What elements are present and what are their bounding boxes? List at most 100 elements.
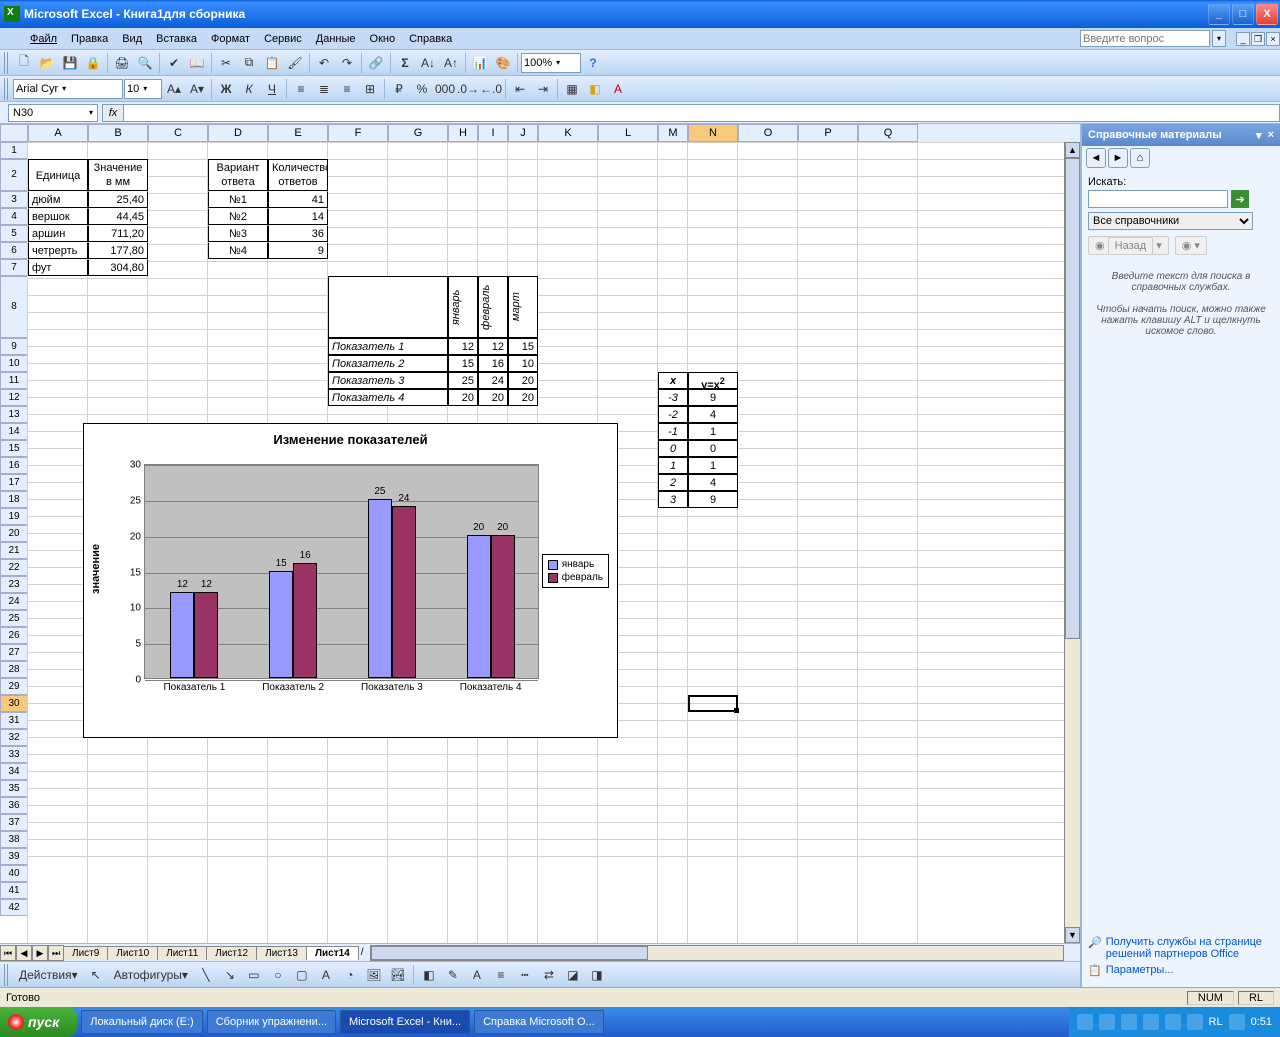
worksheet-grid[interactable]: ABCDEFGHIJKLMNOPQ 1234567891011121314151… xyxy=(0,124,1080,943)
row-header-34[interactable]: 34 xyxy=(0,763,28,780)
cell-A2[interactable]: Единица xyxy=(28,159,88,191)
cell-B3[interactable]: 25,40 xyxy=(88,191,148,208)
cell-H8[interactable]: январь xyxy=(448,276,478,338)
cell-E6[interactable]: 9 xyxy=(268,242,328,259)
row-header-1[interactable]: 1 xyxy=(0,142,28,159)
toolbar-grip[interactable] xyxy=(4,52,10,74)
menu-view[interactable]: Вид xyxy=(116,31,148,47)
font-size-select[interactable]: 10▾ xyxy=(124,79,162,99)
column-header-A[interactable]: A xyxy=(28,124,88,142)
tray, volume-icon[interactable] xyxy=(1229,1014,1245,1030)
taskbar-item[interactable]: Локальный диск (E:) xyxy=(81,1010,203,1034)
cell-A3[interactable]: дюйм xyxy=(28,191,88,208)
cell-M17[interactable]: 2 xyxy=(658,474,688,491)
tab-nav-last[interactable]: ⏭ xyxy=(48,945,64,961)
mdi-restore[interactable]: ❐ xyxy=(1251,32,1265,46)
fx-button[interactable]: fx xyxy=(102,104,124,122)
sheet-tab-Лист11[interactable]: Лист11 xyxy=(157,946,207,960)
picture-button[interactable]: 🏞 xyxy=(387,964,409,986)
column-header-C[interactable]: C xyxy=(148,124,208,142)
help-button[interactable]: ? xyxy=(582,52,604,74)
chart-wizard-button[interactable]: 📊 xyxy=(469,52,491,74)
row-header-19[interactable]: 19 xyxy=(0,508,28,525)
row-header-41[interactable]: 41 xyxy=(0,882,28,899)
taskbar-item[interactable]: Справка Microsoft O... xyxy=(474,1010,604,1034)
row-header-31[interactable]: 31 xyxy=(0,712,28,729)
increase-indent-button[interactable]: ⇥ xyxy=(532,78,554,100)
cell-I8[interactable]: февраль xyxy=(478,276,508,338)
tab-nav-prev[interactable]: ◀ xyxy=(16,945,32,961)
research-services-link[interactable]: 🔎 Получить службы на странице решений па… xyxy=(1088,936,1274,960)
fill-color-draw-button[interactable]: ◧ xyxy=(418,964,440,986)
row-header-5[interactable]: 5 xyxy=(0,225,28,242)
column-header-E[interactable]: E xyxy=(268,124,328,142)
row-header-20[interactable]: 20 xyxy=(0,525,28,542)
row-header-38[interactable]: 38 xyxy=(0,831,28,848)
tray-icon[interactable] xyxy=(1121,1014,1137,1030)
mdi-close[interactable]: × xyxy=(1266,32,1280,46)
row-header-16[interactable]: 16 xyxy=(0,457,28,474)
cell-B2[interactable]: Значениев мм xyxy=(88,159,148,191)
autoshapes-menu[interactable]: Автофигуры ▾ xyxy=(109,964,193,986)
cell-A5[interactable]: аршин xyxy=(28,225,88,242)
cell-B6[interactable]: 177,80 xyxy=(88,242,148,259)
row-header-29[interactable]: 29 xyxy=(0,678,28,695)
redo-button[interactable]: ↷ xyxy=(336,52,358,74)
cell-N16[interactable]: 1 xyxy=(688,457,738,474)
toolbar-grip[interactable] xyxy=(4,78,10,100)
increase-decimal-button[interactable]: .0→ xyxy=(457,78,479,100)
cell-N18[interactable]: 9 xyxy=(688,491,738,508)
cell-F9[interactable]: Показатель 1 xyxy=(328,338,448,355)
menu-edit[interactable]: Правка xyxy=(65,31,114,47)
copy-button[interactable]: ⧉ xyxy=(238,52,260,74)
cell-A7[interactable]: фут xyxy=(28,259,88,276)
ask-dropdown[interactable]: ▾ xyxy=(1212,30,1226,47)
tray-icon[interactable] xyxy=(1099,1014,1115,1030)
zoom-select[interactable]: 100%▾ xyxy=(521,53,581,73)
row-header-9[interactable]: 9 xyxy=(0,338,28,355)
taskpane-home-button[interactable]: ⌂ xyxy=(1130,148,1150,168)
arrow-button[interactable]: ↘ xyxy=(219,964,241,986)
sort-desc-button[interactable]: A↑ xyxy=(440,52,462,74)
tray-icon[interactable] xyxy=(1165,1014,1181,1030)
row-header-6[interactable]: 6 xyxy=(0,242,28,259)
bold-button[interactable]: Ж xyxy=(215,78,237,100)
research-source-select[interactable]: Все справочники xyxy=(1088,212,1253,230)
borders-button[interactable]: ▦ xyxy=(561,78,583,100)
formula-input[interactable] xyxy=(124,104,1280,122)
row-header-32[interactable]: 32 xyxy=(0,729,28,746)
align-center-button[interactable]: ≣ xyxy=(313,78,335,100)
cell-E2[interactable]: Количествоответов xyxy=(268,159,328,191)
row-header-23[interactable]: 23 xyxy=(0,576,28,593)
column-header-K[interactable]: K xyxy=(538,124,598,142)
column-header-D[interactable]: D xyxy=(208,124,268,142)
cell-D6[interactable]: №4 xyxy=(208,242,268,259)
cell-J8[interactable]: март xyxy=(508,276,538,338)
cell-M14[interactable]: -1 xyxy=(658,423,688,440)
new-button[interactable]: 🗋 xyxy=(13,52,35,74)
row-header-25[interactable]: 25 xyxy=(0,610,28,627)
merge-center-button[interactable]: ⊞ xyxy=(359,78,381,100)
cell-J9[interactable]: 15 xyxy=(508,338,538,355)
cell-D5[interactable]: №3 xyxy=(208,225,268,242)
start-button[interactable]: пуск xyxy=(0,1007,77,1037)
wordart-button[interactable]: A xyxy=(315,964,337,986)
cell-E4[interactable]: 14 xyxy=(268,208,328,225)
tray-icon[interactable] xyxy=(1143,1014,1159,1030)
taskpane-back-button[interactable]: ◄ xyxy=(1086,148,1106,168)
cell-F11[interactable]: Показатель 3 xyxy=(328,372,448,389)
diagram-button[interactable]: ◔ xyxy=(339,964,361,986)
cell-B4[interactable]: 44,45 xyxy=(88,208,148,225)
row-header-17[interactable]: 17 xyxy=(0,474,28,491)
paste-button[interactable]: 📋 xyxy=(261,52,283,74)
open-button[interactable]: 📂 xyxy=(36,52,58,74)
sheet-tab-Лист13[interactable]: Лист13 xyxy=(256,946,307,960)
oval-button[interactable]: ○ xyxy=(267,964,289,986)
cell-H10[interactable]: 15 xyxy=(448,355,478,372)
column-header-I[interactable]: I xyxy=(478,124,508,142)
row-header-13[interactable]: 13 xyxy=(0,406,28,423)
cell-H12[interactable]: 20 xyxy=(448,389,478,406)
row-header-33[interactable]: 33 xyxy=(0,746,28,763)
row-header-28[interactable]: 28 xyxy=(0,661,28,678)
maximize-button[interactable]: □ xyxy=(1232,3,1254,25)
